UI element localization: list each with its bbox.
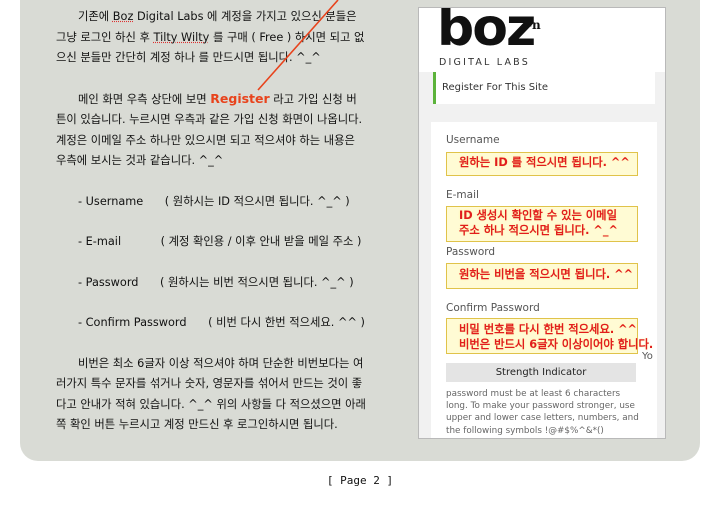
email-note: ID 생성시 확인할 수 있는 이메일 주소 하나 적으시면 됩니다. ^_^ [459, 209, 618, 237]
email-label: E-mail [446, 189, 479, 201]
paragraph-register: 메인 화면 우측 상단에 보면 Register 라고 가입 신청 버튼이 있습… [56, 90, 363, 168]
register-title-bar: Register For This Site [433, 72, 655, 104]
confirm-password-label: Confirm Password [446, 302, 540, 314]
paragraph-intro: 기존에 Boz Digital Labs 에 계정을 가지고 있으신 분들은 그… [56, 10, 365, 64]
tilty-wilty-text: Tilty Wilty [153, 30, 210, 44]
boz-link-text: Boz [112, 10, 134, 23]
field-item-confirm: - Confirm Password ( 비번 다시 한번 적으세요. ^^ ) [78, 316, 365, 329]
article-text: 기존에 Boz Digital Labs 에 계정을 가지고 있으신 분들은 그… [56, 7, 366, 436]
register-form-screenshot: boz -n DIGITAL LABS Register For This Si… [418, 7, 666, 439]
password-hint: password must be at least 6 characters l… [446, 389, 639, 436]
password-note: 원하는 비번을 적으시면 됩니다. ^^ [459, 268, 634, 281]
register-form: Username 원하는 ID 를 적으시면 됩니다. ^^ E-mail ID… [431, 122, 657, 438]
logo-area: boz -n DIGITAL LABS [419, 8, 665, 72]
field-item-email: - E-mail ( 계정 확인용 / 이후 안내 받을 메일 주소 ) [78, 235, 362, 248]
field-item-username: - Username ( 원하시는 ID 적으시면 됩니다. ^_^ ) [78, 194, 350, 208]
field-item-password: - Password ( 원하시는 비번 적으시면 됩니다. ^_^ ) [78, 275, 354, 289]
logo-superscript: -n [527, 18, 541, 32]
username-note: 원하는 ID 를 적으시면 됩니다. ^^ [459, 156, 630, 169]
register-highlight: Register [210, 90, 270, 106]
paragraph-password-rule: 비번은 최소 6글자 이상 적으셔야 하며 단순한 비번보다는 여러가지 특수 … [56, 356, 366, 432]
strength-indicator: Strength Indicator [446, 363, 636, 382]
password-label: Password [446, 246, 496, 258]
logo-subtitle: DIGITAL LABS [439, 57, 530, 68]
confirm-password-note: 비밀 번호를 다시 한번 적으세요. ^^ 비번은 반드시 6글자 이상이어야 … [459, 323, 654, 351]
boz-logo: boz [437, 7, 536, 58]
username-label: Username [446, 134, 500, 146]
page-number: [ Page 2 ] [326, 474, 394, 487]
cut-off-text: Yo [642, 351, 653, 362]
